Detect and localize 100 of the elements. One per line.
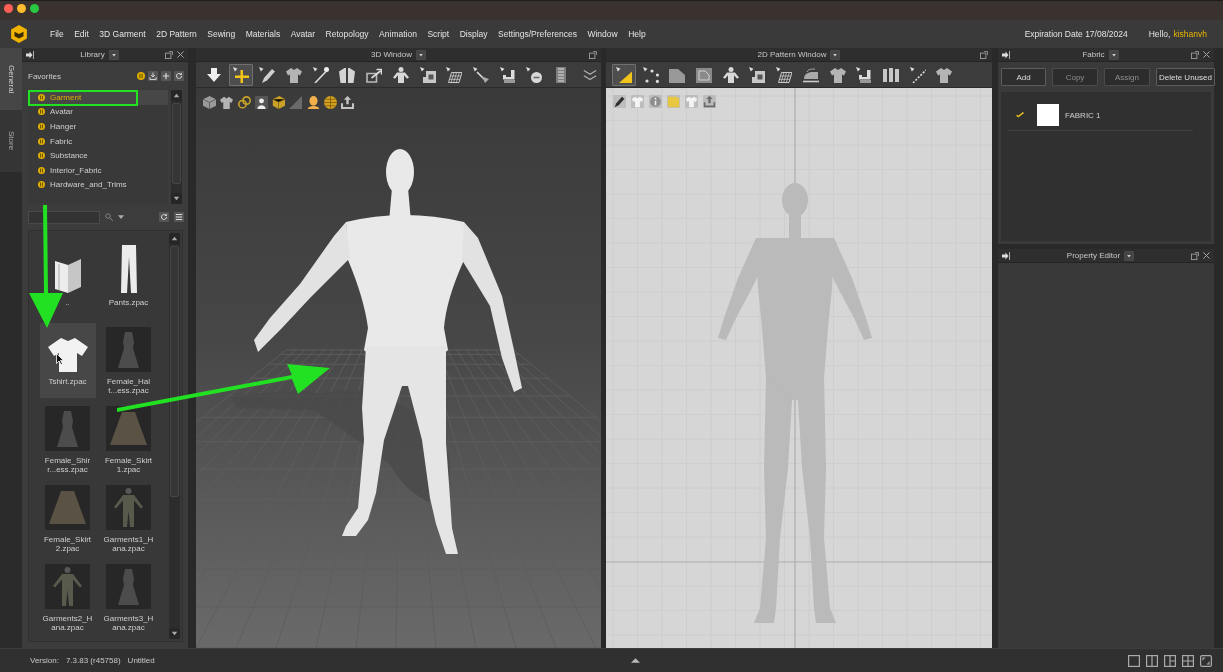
list-icon[interactable]	[174, 212, 184, 222]
caret-down-icon[interactable]	[118, 214, 124, 220]
dock-arrow-icon[interactable]	[1002, 50, 1010, 59]
two-pane-icon[interactable]	[1146, 654, 1158, 667]
outfit-thumbnail	[106, 485, 151, 530]
menu-item[interactable]: Animation	[379, 29, 417, 39]
menu-item[interactable]: Window	[587, 29, 618, 39]
close-icon[interactable]	[1203, 51, 1210, 58]
version-label: Version:	[30, 656, 59, 665]
upload-icon[interactable]	[341, 96, 355, 109]
single-pane-icon[interactable]	[1128, 654, 1140, 667]
menu-item[interactable]: Settings/Preferences	[498, 29, 577, 39]
menu-item[interactable]: Sewing	[207, 29, 236, 39]
float-window-icon[interactable]	[589, 50, 597, 59]
download-icon[interactable]	[148, 71, 158, 81]
side-tab[interactable]: General	[0, 48, 22, 110]
tool-button[interactable]	[228, 63, 253, 86]
float-window-icon[interactable]	[1191, 50, 1199, 59]
portrait-icon[interactable]	[254, 96, 268, 109]
info-icon[interactable]	[649, 95, 662, 108]
globe-icon[interactable]	[324, 96, 338, 109]
dropdown-icon[interactable]	[830, 49, 841, 60]
caret-up-icon[interactable]	[631, 657, 640, 664]
user-name[interactable]: kishanvh	[1173, 29, 1207, 39]
fullscreen-icon[interactable]	[1200, 654, 1212, 667]
rings-icon[interactable]	[237, 96, 251, 109]
menu-item[interactable]: Edit	[74, 29, 89, 39]
tack-icon	[472, 66, 489, 83]
dropdown-icon[interactable]	[1108, 49, 1119, 60]
tool-button[interactable]	[612, 63, 636, 86]
menu-item[interactable]: File	[50, 29, 64, 39]
menu-item[interactable]: 2D Pattern	[156, 29, 197, 39]
asset-tile[interactable]: Pants.zpac	[100, 244, 157, 319]
menu-item[interactable]: Help	[628, 29, 646, 39]
scrollbar[interactable]	[169, 233, 180, 639]
favorite-item[interactable]: Hanger	[28, 119, 168, 134]
logo-icon[interactable]	[10, 25, 28, 43]
scroll-down-icon[interactable]	[171, 193, 182, 204]
scroll-thumb[interactable]	[172, 103, 181, 184]
menu-item[interactable]: Materials	[245, 29, 281, 39]
menu-item[interactable]: Avatar	[290, 29, 316, 39]
dock-arrow-icon[interactable]	[1002, 251, 1010, 260]
double-chevron-icon[interactable]	[583, 68, 597, 81]
figure-icon	[722, 66, 739, 83]
asset-tile[interactable]: Tshirt.zpac	[39, 323, 96, 398]
zoom-icon[interactable]	[30, 4, 39, 13]
cube-icon[interactable]	[203, 96, 216, 109]
plus-icon[interactable]	[161, 71, 171, 81]
asset-tile[interactable]: Female_Skirt1.zpac	[100, 402, 157, 477]
asset-tile[interactable]: Female_Shirr...ess.zpac	[39, 402, 96, 477]
favorite-item[interactable]: Hardware_and_Trims	[28, 177, 168, 193]
cube-icon[interactable]	[272, 96, 286, 109]
shirt-icon[interactable]	[220, 96, 234, 109]
refresh-icon[interactable]	[159, 212, 169, 222]
favorite-item[interactable]: Substance	[28, 148, 168, 163]
close-icon[interactable]	[177, 51, 184, 58]
menu-item[interactable]: Display	[459, 29, 488, 39]
action-button[interactable]: Delete Unused	[1156, 68, 1215, 86]
favorite-item[interactable]: Avatar	[28, 104, 168, 120]
scroll-up-icon[interactable]	[169, 233, 180, 244]
menu-item[interactable]: Retopology	[325, 29, 369, 39]
float-window-icon[interactable]	[165, 50, 173, 59]
favorite-item[interactable]: Fabric	[28, 133, 168, 149]
minimize-icon[interactable]	[17, 4, 26, 13]
refresh-icon[interactable]	[174, 71, 184, 81]
three-pane-icon[interactable]	[1164, 654, 1176, 667]
asset-tile[interactable]: Garments2_Hana.zpac	[39, 560, 96, 635]
close-icon[interactable]	[4, 4, 13, 13]
float-window-icon[interactable]	[980, 50, 988, 59]
asset-tile[interactable]: Garments3_Hana.zpac	[100, 560, 157, 635]
favorite-item[interactable]: Garment	[28, 90, 168, 105]
ball-icon	[38, 93, 45, 101]
asset-tile[interactable]: ..	[39, 244, 96, 319]
four-pane-icon[interactable]	[1182, 654, 1194, 667]
dropdown-icon[interactable]	[1124, 250, 1135, 261]
pen-icon[interactable]	[613, 95, 626, 108]
search-field[interactable]	[28, 210, 100, 224]
fabric-item[interactable]: FABRIC 1	[1008, 100, 1193, 131]
head-icon[interactable]	[306, 96, 320, 109]
asset-tile[interactable]: Female_Halt...ess.zpac	[100, 323, 157, 398]
favorite-item[interactable]: Interior_Fabric	[28, 162, 168, 178]
float-window-icon[interactable]	[1191, 251, 1199, 260]
action-button[interactable]: Add	[1001, 68, 1046, 86]
scroll-thumb[interactable]	[170, 246, 179, 497]
asset-tile[interactable]: Female_Skirt2.zpac	[39, 481, 96, 556]
side-tab[interactable]: Store	[0, 110, 22, 172]
dropdown-icon[interactable]	[415, 49, 426, 60]
asset-tile[interactable]: Garments1_Hana.zpac	[100, 481, 157, 556]
scroll-down-icon[interactable]	[169, 628, 180, 639]
cursor-icon	[56, 353, 64, 365]
scrollbar[interactable]	[171, 90, 182, 204]
search-icon[interactable]	[105, 213, 113, 221]
menu-item[interactable]: Script	[427, 29, 450, 39]
scroll-up-icon[interactable]	[171, 90, 182, 101]
menu-item[interactable]: 3D Garment	[99, 29, 146, 39]
close-icon[interactable]	[1203, 252, 1210, 259]
dock-arrow-icon[interactable]	[26, 50, 34, 59]
dropdown-icon[interactable]	[108, 49, 119, 60]
ball-icon[interactable]	[137, 72, 145, 80]
upload-icon[interactable]	[703, 95, 716, 108]
